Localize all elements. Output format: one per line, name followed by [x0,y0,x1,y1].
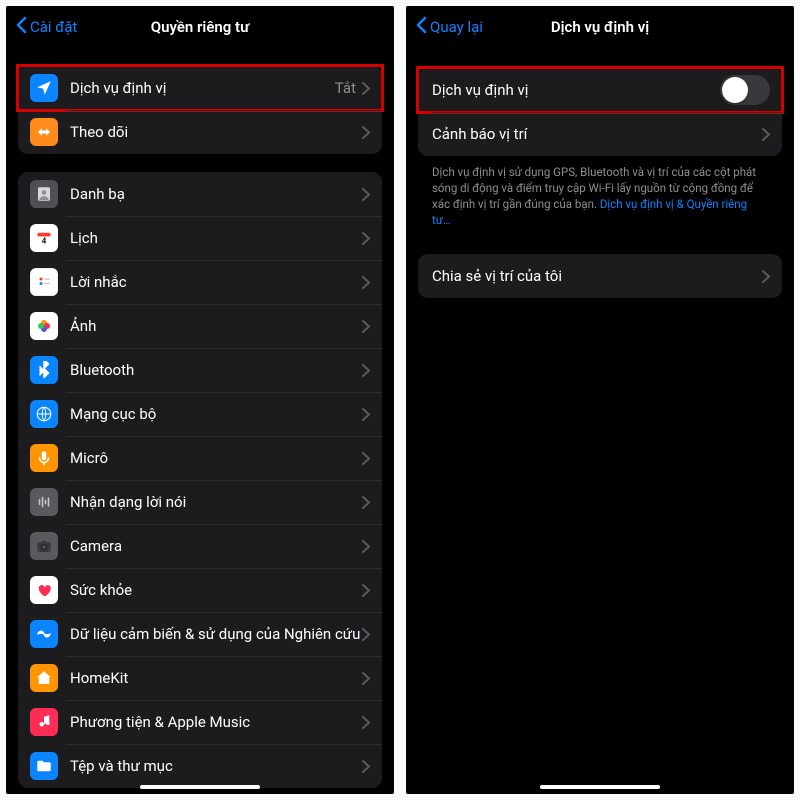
left-screen: Cài đặt Quyền riêng tư Dịch vụ định vị T… [6,6,394,794]
chevron-right-icon [362,232,370,245]
reminders-icon [30,268,58,296]
group-location-toggle: Dịch vụ định vị Cảnh báo vị trí [418,68,782,156]
chevron-right-icon [362,716,370,729]
chevron-right-icon [362,126,370,139]
group-privacy-categories: Danh bạ 4 Lịch Lời nhắc Ảnh Bluetooth Mạng cục… [18,172,382,788]
navbar: Cài đặt Quyền riêng tư [6,6,394,48]
mic-icon [30,444,58,472]
row-label: HomeKit [70,669,362,688]
chevron-right-icon [362,276,370,289]
row-media[interactable]: Phương tiện & Apple Music [18,700,382,744]
row-label: Tệp và thư mục [70,757,362,776]
row-localnet[interactable]: Mạng cục bộ [18,392,382,436]
home-indicator [540,785,660,789]
bluetooth-icon [30,356,58,384]
footer-text: Dịch vụ định vị sử dụng GPS, Bluetooth v… [418,156,782,228]
row-files[interactable]: Tệp và thư mục [18,744,382,788]
row-photos[interactable]: Ảnh [18,304,382,348]
chevron-right-icon [362,540,370,553]
row-label: Dịch vụ định vị [70,79,335,98]
localnet-icon [30,400,58,428]
chevron-left-icon [16,16,27,38]
chevron-right-icon [362,672,370,685]
camera-icon [30,532,58,560]
chevron-right-icon [362,364,370,377]
row-label: Mạng cục bộ [70,405,362,424]
row-label: Ảnh [70,317,362,336]
chevron-right-icon [362,320,370,333]
chevron-right-icon [362,584,370,597]
group-share-location: Chia sẻ vị trí của tôi [418,254,782,298]
row-label: Camera [70,537,362,556]
chevron-right-icon [362,760,370,773]
row-camera[interactable]: Camera [18,524,382,568]
chevron-right-icon [362,628,370,641]
chevron-right-icon [362,82,370,95]
row-speech[interactable]: Nhận dạng lời nói [18,480,382,524]
row-label: Cảnh báo vị trí [432,125,762,144]
page-title: Quyền riêng tư [151,18,249,36]
row-label: Lịch [70,229,362,248]
back-button[interactable]: Quay lại [416,16,483,38]
row-label: Micrô [70,449,362,468]
row-contacts[interactable]: Danh bạ [18,172,382,216]
row-label: Dữ liệu cảm biến & sử dụng của Nghiên cứ… [70,625,362,644]
speech-icon [30,488,58,516]
back-label: Cài đặt [30,18,77,36]
row-bluetooth[interactable]: Bluetooth [18,348,382,392]
right-screen: Quay lại Dịch vụ định vị Dịch vụ định vị… [406,6,794,794]
row-label: Lời nhắc [70,273,362,292]
row-label: Theo dõi [70,123,362,142]
contacts-icon [30,180,58,208]
row-calendar[interactable]: 4 Lịch [18,216,382,260]
back-button[interactable]: Cài đặt [16,16,77,38]
group-location-tracking: Dịch vụ định vị Tắt Theo dõi [18,66,382,154]
row-value: Tắt [335,79,356,97]
row-label: Bluetooth [70,361,362,380]
back-label: Quay lại [430,18,483,36]
row-reminders[interactable]: Lời nhắc [18,260,382,304]
chevron-right-icon [762,270,770,283]
row-mic[interactable]: Micrô [18,436,382,480]
chevron-left-icon [416,16,427,38]
homekit-icon [30,664,58,692]
navbar: Quay lại Dịch vụ định vị [406,6,794,48]
row-label: Chia sẻ vị trí của tôi [432,267,762,286]
chevron-right-icon [362,452,370,465]
chevron-right-icon [362,408,370,421]
location-arrow-icon [30,74,58,102]
row-research[interactable]: Dữ liệu cảm biến & sử dụng của Nghiên cứ… [18,612,382,656]
media-icon [30,708,58,736]
files-icon [30,752,58,780]
row-label: Dịch vụ định vị [432,81,720,100]
row-label: Phương tiện & Apple Music [70,713,362,732]
chevron-right-icon [362,188,370,201]
row-label: Nhận dạng lời nói [70,493,362,512]
home-indicator [140,785,260,789]
toggle-switch[interactable] [720,75,770,105]
health-icon [30,576,58,604]
row-location-alerts[interactable]: Cảnh báo vị trí [418,112,782,156]
row-location-services[interactable]: Dịch vụ định vị Tắt [18,66,382,110]
research-icon [30,620,58,648]
chevron-right-icon [762,128,770,141]
photos-icon [30,312,58,340]
row-health[interactable]: Sức khỏe [18,568,382,612]
svg-text:4: 4 [42,236,47,246]
calendar-icon: 4 [30,224,58,252]
toggle-knob [722,77,748,103]
row-label: Danh bạ [70,185,362,204]
tracking-icon [30,118,58,146]
row-tracking[interactable]: Theo dõi [18,110,382,154]
row-location-services-toggle[interactable]: Dịch vụ định vị [418,68,782,112]
row-homekit[interactable]: HomeKit [18,656,382,700]
chevron-right-icon [362,496,370,509]
row-share-my-location[interactable]: Chia sẻ vị trí của tôi [418,254,782,298]
page-title: Dịch vụ định vị [551,18,649,36]
row-label: Sức khỏe [70,581,362,600]
